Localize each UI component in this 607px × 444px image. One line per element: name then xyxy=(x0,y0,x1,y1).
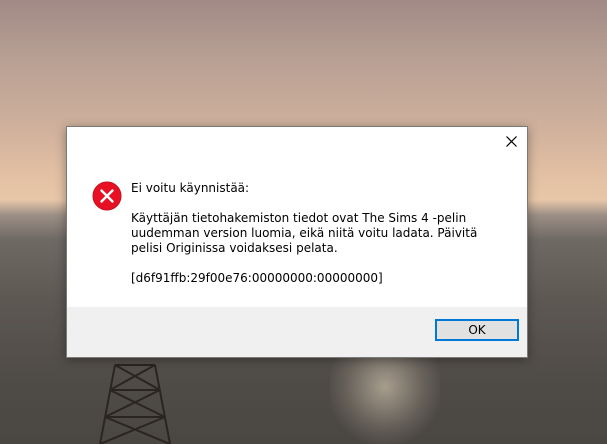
error-code: [d6f91ffb:29f00e76:00000000:00000000] xyxy=(131,271,383,285)
close-button[interactable] xyxy=(495,127,527,155)
message-title: Ei voitu käynnistää: xyxy=(131,181,250,195)
ok-button[interactable]: OK xyxy=(435,319,519,341)
error-dialog: Ei voitu käynnistää: Käyttäjän tietohake… xyxy=(66,126,528,358)
message-body: Käyttäjän tietohakemiston tiedot ovat Th… xyxy=(131,211,478,255)
dialog-footer: OK xyxy=(67,307,527,357)
close-icon xyxy=(505,135,517,147)
error-icon xyxy=(92,181,122,211)
message-area: Ei voitu käynnistää: Käyttäjän tietohake… xyxy=(131,181,511,286)
pier-tower-silhouette xyxy=(99,364,171,444)
